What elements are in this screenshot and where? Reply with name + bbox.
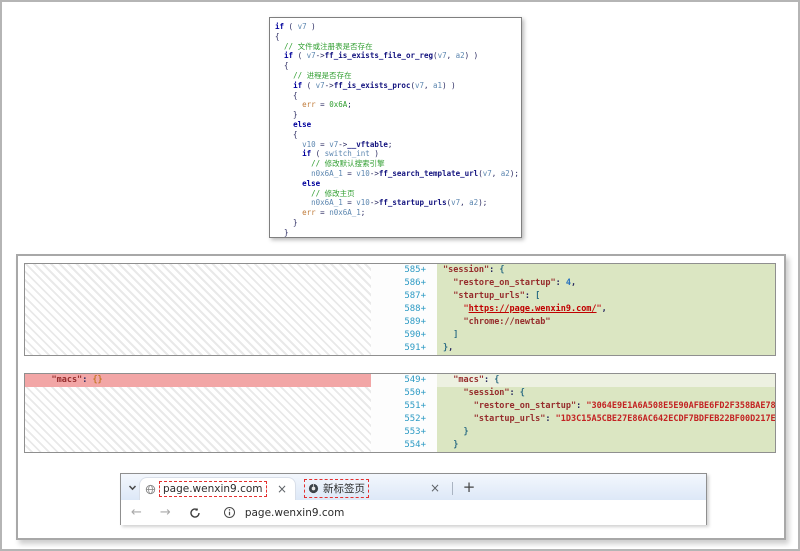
code-line: // 进程是否存在: [275, 71, 521, 81]
analysis-container: 585+586+587+588+589+590+591+"session": {…: [16, 254, 786, 540]
code-line: {: [275, 91, 521, 101]
diff-line-number-gutter: 549+550+551+552+553+554+: [371, 374, 437, 452]
ida-pseudocode-panel: if ( v7 ){ // 文件或注册表是否存在 if ( v7->ff_is_…: [269, 17, 522, 238]
diff-line-number: 588+: [371, 303, 437, 316]
code-line: if ( v7->ff_is_exists_proc(v7, a1) ): [275, 81, 521, 91]
code-line: // 修改主页: [275, 189, 521, 199]
diff-line-number: 586+: [371, 277, 437, 290]
diff-left-pane: "macs": {}: [25, 374, 371, 452]
tab-close-button[interactable]: ×: [274, 483, 290, 495]
code-line: {: [275, 130, 521, 140]
dark-circle-icon: [308, 483, 319, 494]
diff-left-pane: [25, 264, 371, 355]
code-line: }: [275, 228, 521, 238]
red-dashed-highlight: 新标签页: [304, 479, 369, 498]
diff-added-row: "startup_urls": [: [437, 290, 775, 303]
tab-divider: [452, 482, 453, 495]
diff-panel-secure-preferences: "macs": {}549+550+551+552+553+554+ "macs…: [24, 373, 776, 453]
diff-line-number: 553+: [371, 426, 437, 439]
diff-right-pane: "macs": { "session": { "restore_on_start…: [437, 374, 775, 452]
code-line: if ( v7 ): [275, 22, 521, 32]
browser-tab-strip: page.wenxin9.com × 新标签页 × +: [121, 474, 706, 500]
page-info-icon[interactable]: [223, 506, 236, 519]
diff-line-number-gutter: 585+586+587+588+589+590+591+: [371, 264, 437, 355]
diff-panel-preferences: 585+586+587+588+589+590+591+"session": {…: [24, 263, 776, 356]
code-line: {: [275, 61, 521, 71]
code-line: if ( switch_int ): [275, 149, 521, 159]
diff-line-number: 551+: [371, 400, 437, 413]
diff-added-row: "restore_on_startup": 4,: [437, 277, 775, 290]
red-dashed-highlight: page.wenxin9.com: [159, 481, 267, 497]
diff-added-row: "startup_urls": "1D3C15A5CBE27E86AC642EC…: [437, 413, 775, 426]
forward-button[interactable]: →: [160, 506, 171, 519]
diff-right-pane: "session": { "restore_on_startup": 4, "s…: [437, 264, 775, 355]
diff-added-row: "session": {: [437, 264, 775, 277]
diff-added-row: "macs": {: [437, 374, 775, 387]
code-line: err = 0x6A;: [275, 100, 521, 110]
diff-line-number: 552+: [371, 413, 437, 426]
diff-line-number: 591+: [371, 342, 437, 355]
browser-tab-new-tab[interactable]: 新标签页 ×: [299, 477, 448, 499]
diff-line-number: 550+: [371, 387, 437, 400]
new-tab-button[interactable]: +: [459, 477, 479, 497]
pseudocode-lines: if ( v7 ){ // 文件或注册表是否存在 if ( v7->ff_is_…: [275, 22, 521, 238]
code-line: {: [275, 32, 521, 42]
code-line: else: [275, 179, 521, 189]
diff-line-number: 554+: [371, 439, 437, 452]
code-line: v10 = v7->__vftable;: [275, 140, 521, 150]
diff-line-number: 585+: [371, 264, 437, 277]
back-button[interactable]: ←: [131, 506, 142, 519]
code-line: n0x6A_1 = v10->ff_search_template_url(v7…: [275, 169, 521, 179]
screenshot-canvas: if ( v7 ){ // 文件或注册表是否存在 if ( v7->ff_is_…: [0, 0, 800, 551]
code-line: }: [275, 218, 521, 228]
code-line: if ( v7->ff_is_exists_file_or_reg(v7, a2…: [275, 51, 521, 61]
diff-added-row: }: [437, 426, 775, 439]
tab-search-button[interactable]: [125, 480, 140, 495]
code-line: err = n0x6A_1;: [275, 208, 521, 218]
diff-added-row: },: [437, 342, 775, 355]
diff-added-row: "https://page.wenxin9.com/",: [437, 303, 775, 316]
diff-added-row: ]: [437, 329, 775, 342]
diff-line-number: 587+: [371, 290, 437, 303]
diff-added-row: "restore_on_startup": "3064E9E1A6A508E5E…: [437, 400, 775, 413]
code-line: else: [275, 120, 521, 130]
address-text[interactable]: page.wenxin9.com: [245, 507, 345, 519]
code-line: // 修改默认搜索引擎: [275, 159, 521, 169]
diff-added-row: "session": {: [437, 387, 775, 400]
tab-title: page.wenxin9.com: [163, 483, 263, 495]
tab-title: 新标签页: [323, 481, 365, 496]
diff-added-row: }: [437, 439, 775, 452]
chevron-down-icon: [127, 478, 138, 497]
diff-line-number: 549+: [371, 374, 437, 387]
diff-line-number: 589+: [371, 316, 437, 329]
code-line: // 文件或注册表是否存在: [275, 42, 521, 52]
code-line: n0x6A_1 = v10->ff_startup_urls(v7, a2);: [275, 198, 521, 208]
diff-removed-row: "macs": {}: [25, 374, 371, 387]
tab-close-button[interactable]: ×: [427, 482, 443, 494]
globe-icon: [145, 484, 156, 495]
diff-line-number: 590+: [371, 329, 437, 342]
diff-added-row: "chrome://newtab": [437, 316, 775, 329]
browser-tab-page-wenxin9[interactable]: page.wenxin9.com ×: [139, 477, 296, 500]
reload-button[interactable]: [189, 507, 201, 519]
browser-toolbar: ← → page.wenxin9.com: [121, 500, 706, 525]
code-line: }: [275, 110, 521, 120]
browser-mockup: page.wenxin9.com × 新标签页 × +: [120, 473, 707, 525]
